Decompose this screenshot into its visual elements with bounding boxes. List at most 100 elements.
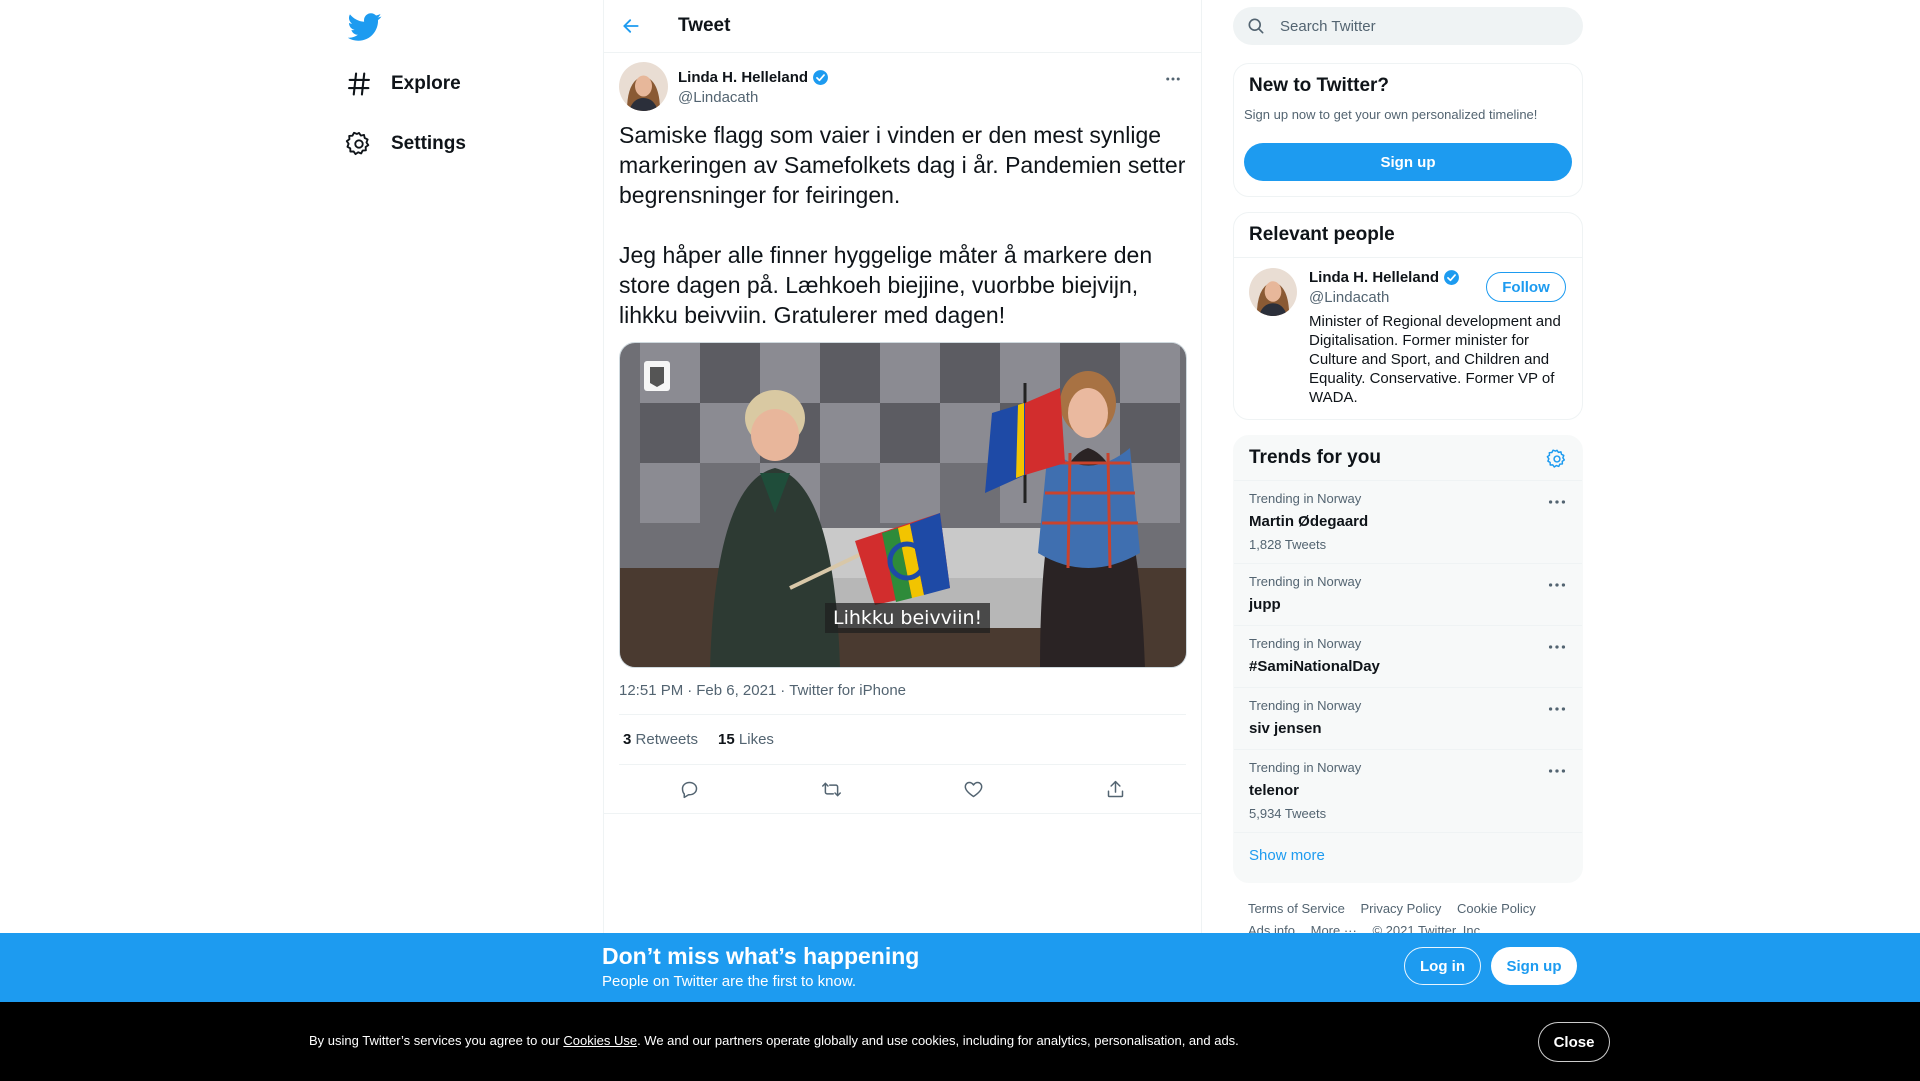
trend-count: 5,934 Tweets (1249, 806, 1327, 821)
footer-link[interactable]: Cookie Policy (1457, 901, 1536, 916)
trend-item[interactable]: Trending in Norway telenor 5,934 Tweets (1234, 750, 1582, 833)
signup-banner: Don’t miss what’s happening People on Tw… (0, 933, 1920, 1002)
cookie-bar: By using Twitter’s services you agree to… (0, 1002, 1920, 1081)
search-box[interactable] (1233, 7, 1583, 45)
tweet-source[interactable]: Twitter for iPhone (789, 682, 906, 702)
cookie-suffix: . We and our partners operate globally a… (637, 1033, 1239, 1048)
tweet-column: Tweet Linda H. Helleland @Lindacath Sami… (603, 0, 1202, 1081)
trend-topic: siv jensen (1249, 720, 1322, 737)
follow-button[interactable]: Follow (1486, 272, 1566, 302)
nav-item-explore[interactable]: Explore (345, 60, 461, 108)
trend-item[interactable]: Trending in Norway Martin Ødegaard 1,828… (1234, 481, 1582, 564)
meta-separator: · (687, 682, 693, 699)
person-name[interactable]: Linda H. Helleland (1309, 269, 1439, 286)
tweet-header: Tweet (604, 0, 1201, 53)
nav-item-settings[interactable]: Settings (345, 120, 466, 168)
ellipsis-icon[interactable] (1546, 760, 1568, 782)
tweet-date[interactable]: Feb 6, 2021 (696, 682, 776, 702)
avatar[interactable] (619, 62, 668, 111)
retweets-label: Retweets (635, 731, 699, 748)
trends-title: Trends for you (1249, 447, 1381, 468)
author-name-row[interactable]: Linda H. Helleland (678, 69, 829, 86)
retweet-icon (822, 782, 842, 796)
trend-topic: #SamiNationalDay (1249, 658, 1380, 675)
ellipsis-icon[interactable] (1546, 491, 1568, 513)
search-input[interactable] (1280, 17, 1560, 35)
likes-stat[interactable]: 15 Likes (718, 731, 774, 748)
more-options-button[interactable] (1160, 66, 1186, 92)
relevant-people-header: Relevant people (1234, 213, 1582, 258)
show-more-link[interactable]: Show more (1234, 833, 1582, 878)
tweet-text: Samiske flagg som vaier i vinden er den … (619, 120, 1186, 330)
relevant-people-title: Relevant people (1249, 224, 1395, 245)
new-to-twitter-card: New to Twitter? Sign up now to get your … (1233, 63, 1583, 197)
nav-settings-label: Settings (391, 133, 466, 154)
trends-card: Trends for you Trending in Norway Martin… (1233, 435, 1583, 883)
person-bio: Minister of Regional development and Dig… (1309, 313, 1561, 406)
cookie-message: By using Twitter’s services you agree to… (309, 1033, 1239, 1048)
tweet-author: Linda H. Helleland @Lindacath (619, 62, 1186, 122)
trend-context: Trending in Norway (1249, 574, 1362, 589)
banner-title: Don’t miss what’s happening (602, 943, 920, 969)
cookie-prefix: By using Twitter’s services you agree to… (309, 1033, 564, 1048)
verified-badge-icon (813, 70, 828, 85)
twitter-bird-icon[interactable] (348, 10, 382, 44)
author-name[interactable]: Linda H. Helleland (678, 69, 808, 86)
trend-topic: jupp (1249, 596, 1281, 613)
person-handle[interactable]: @Lindacath (1309, 289, 1389, 306)
relevant-people-card: Relevant people Linda H. Helleland @Lind… (1233, 212, 1583, 420)
person-name-row[interactable]: Linda H. Helleland (1309, 269, 1460, 286)
tweet-stats: 3 Retweets 15 Likes (619, 714, 1186, 765)
retweets-stat[interactable]: 3 Retweets (623, 731, 698, 748)
search-icon (1248, 18, 1264, 34)
ellipsis-icon[interactable] (1546, 636, 1568, 658)
ellipsis-icon (1166, 77, 1180, 81)
tweet-actions (604, 765, 1201, 814)
gear-icon (345, 131, 370, 156)
back-button[interactable] (614, 9, 648, 43)
ellipsis-icon[interactable] (1546, 698, 1568, 720)
footer-link[interactable]: Privacy Policy (1360, 901, 1441, 916)
trend-item[interactable]: Trending in Norway #SamiNationalDay (1234, 626, 1582, 688)
trends-header: Trends for you (1234, 436, 1582, 481)
trend-topic: telenor (1249, 782, 1300, 799)
likes-count: 15 (718, 731, 735, 748)
cookie-close-button[interactable]: Close (1538, 1022, 1610, 1062)
tweet-paragraph: Jeg håper alle finner hyggelige måter å … (619, 242, 1153, 328)
new-to-twitter-title: New to Twitter? (1249, 75, 1390, 96)
share-button[interactable] (1097, 771, 1133, 807)
trend-context: Trending in Norway (1249, 698, 1362, 713)
trend-item[interactable]: Trending in Norway siv jensen (1234, 688, 1582, 750)
share-icon (1107, 780, 1123, 797)
new-to-twitter-subtitle: Sign up now to get your own personalized… (1244, 107, 1538, 122)
trend-context: Trending in Norway (1249, 760, 1362, 775)
tweet-time[interactable]: 12:51 PM (619, 682, 683, 702)
video-caption: Lihkku beivviin! (825, 603, 991, 633)
retweets-count: 3 (623, 731, 632, 748)
tweet-video[interactable]: Lihkku beivviin! (619, 342, 1187, 668)
tweet-detail: Linda H. Helleland @Lindacath Samiske fl… (604, 62, 1201, 814)
like-button[interactable] (955, 771, 991, 807)
trend-topic: Martin Ødegaard (1249, 513, 1369, 530)
verified-badge-icon (1444, 270, 1459, 285)
meta-separator: · (780, 682, 786, 699)
ellipsis-icon[interactable] (1546, 574, 1568, 596)
footer-link[interactable]: Terms of Service (1248, 901, 1345, 916)
tweet-timestamp: 12:51 PM · Feb 6, 2021 · Twitter for iPh… (619, 682, 1186, 702)
page-title: Tweet (678, 15, 731, 36)
trend-item[interactable]: Trending in Norway jupp (1234, 564, 1582, 626)
cookies-use-link[interactable]: Cookies Use (563, 1033, 637, 1048)
nav-explore-label: Explore (391, 73, 461, 94)
likes-label: Likes (738, 731, 774, 748)
login-button[interactable]: Log in (1404, 947, 1481, 985)
avatar[interactable] (1249, 268, 1297, 316)
author-handle[interactable]: @Lindacath (678, 89, 758, 106)
trend-count: 1,828 Tweets (1249, 537, 1327, 552)
reply-icon (682, 781, 698, 798)
signup-button[interactable]: Sign up (1491, 947, 1577, 985)
sidebar-signup-button[interactable]: Sign up (1244, 143, 1572, 181)
reply-button[interactable] (672, 771, 708, 807)
gear-icon[interactable] (1546, 448, 1568, 470)
banner-subtitle: People on Twitter are the first to know. (602, 973, 857, 990)
retweet-button[interactable] (814, 771, 850, 807)
